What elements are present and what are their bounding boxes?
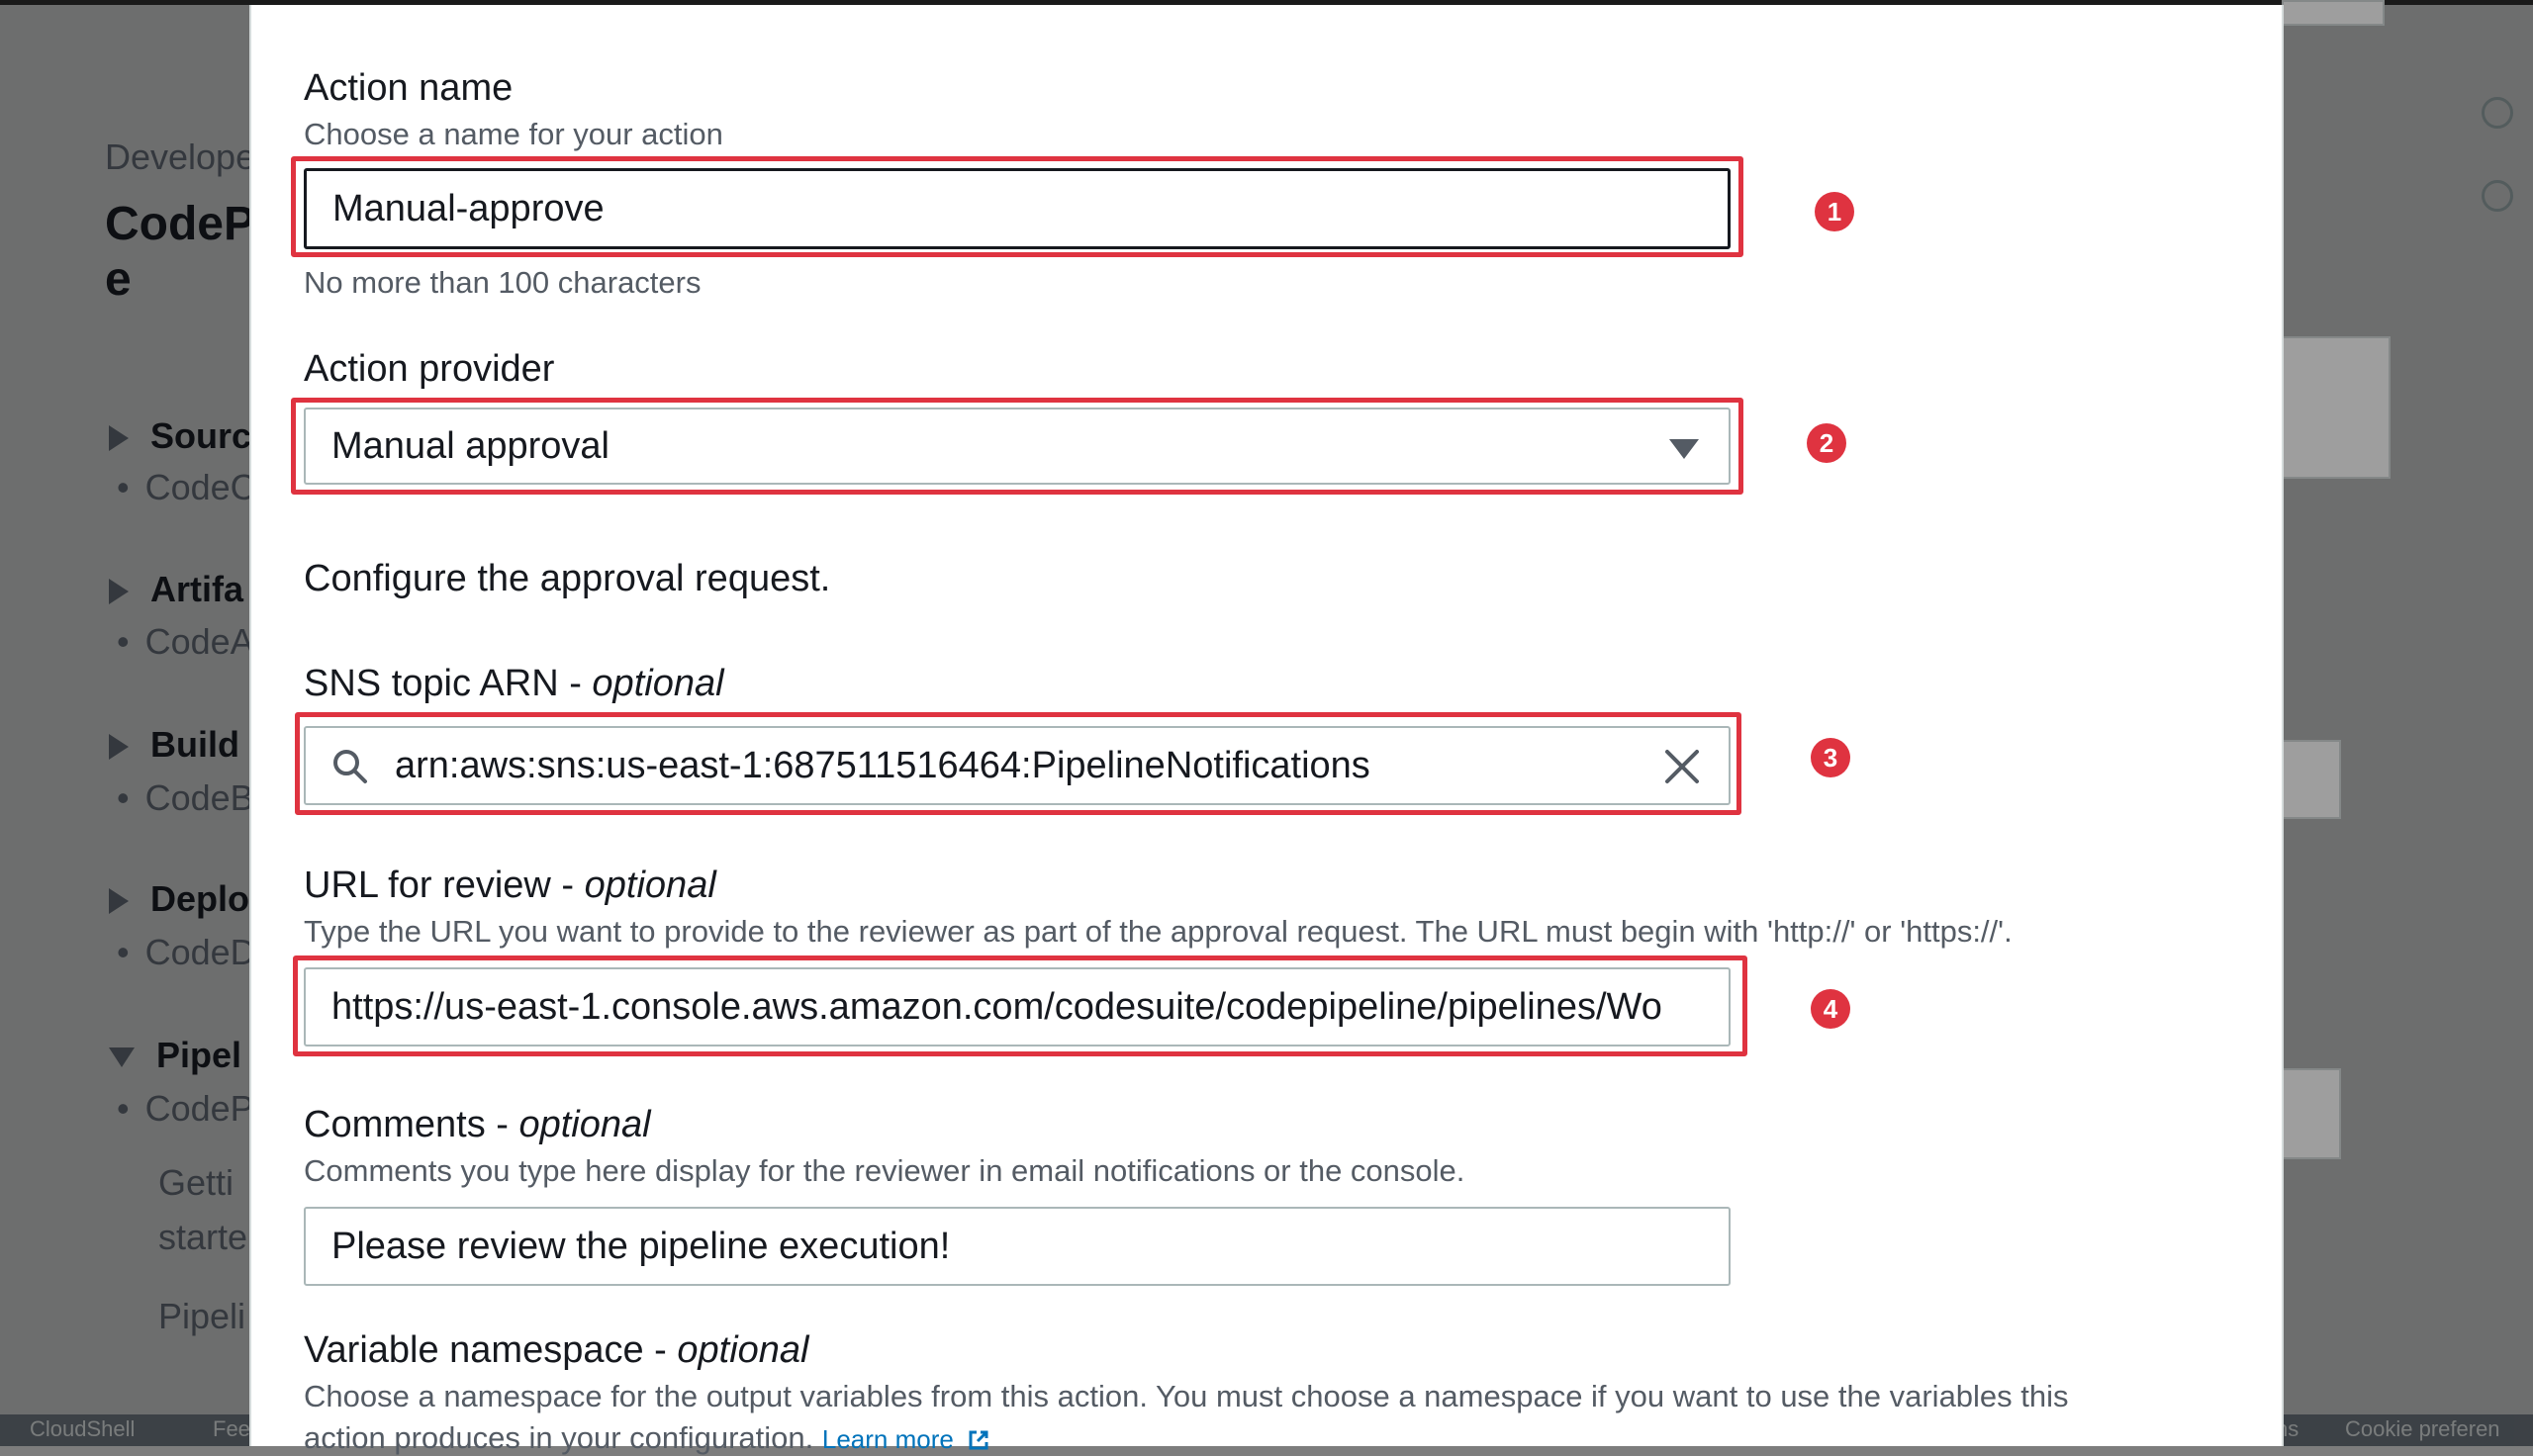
approval-section-heading: Configure the approval request. bbox=[304, 558, 831, 599]
action-name-hint: No more than 100 characters bbox=[304, 265, 702, 300]
url-review-label: URL for review - optional bbox=[304, 864, 716, 906]
comments-text[interactable] bbox=[331, 1209, 1717, 1284]
step-badge-3: 3 bbox=[1811, 738, 1850, 777]
action-name-label: Action name bbox=[304, 67, 514, 109]
comments-description: Comments you type here display for the r… bbox=[304, 1153, 1465, 1188]
variable-namespace-label: Variable namespace - optional bbox=[304, 1329, 809, 1371]
external-link-icon bbox=[969, 1430, 988, 1450]
sns-topic-label: SNS topic ARN - optional bbox=[304, 663, 724, 704]
step-badge-4: 4 bbox=[1811, 989, 1850, 1029]
step-badge-2: 2 bbox=[1807, 423, 1846, 463]
comments-input[interactable] bbox=[304, 1207, 1731, 1286]
learn-more-link[interactable]: Learn more bbox=[822, 1424, 954, 1454]
url-review-description: Type the URL you want to provide to the … bbox=[304, 914, 2013, 949]
action-name-description: Choose a name for your action bbox=[304, 117, 723, 151]
highlight-box-3 bbox=[295, 712, 1741, 815]
highlight-box-4 bbox=[293, 956, 1747, 1056]
comments-label: Comments - optional bbox=[304, 1104, 651, 1145]
variable-namespace-description: Choose a namespace for the output variab… bbox=[304, 1379, 2069, 1413]
action-provider-label: Action provider bbox=[304, 348, 555, 390]
highlight-box-2 bbox=[291, 398, 1743, 495]
highlight-box-1 bbox=[291, 156, 1743, 257]
variable-namespace-description-line2: action produces in your configuration. L… bbox=[304, 1420, 989, 1456]
step-badge-1: 1 bbox=[1815, 192, 1854, 231]
